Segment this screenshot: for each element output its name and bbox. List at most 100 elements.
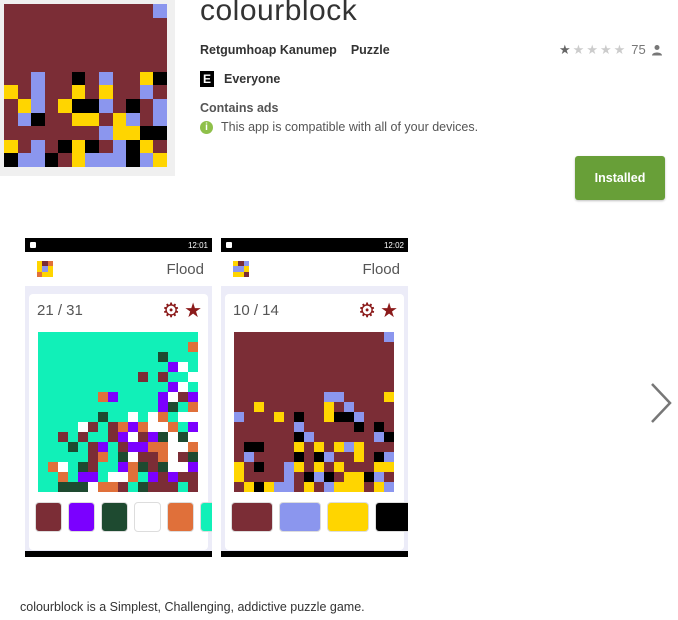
board-cell	[334, 482, 344, 492]
board-cell	[254, 332, 264, 342]
board-cell	[244, 422, 254, 432]
board-cell	[68, 352, 78, 362]
board-cell	[274, 482, 284, 492]
board-cell	[264, 432, 274, 442]
board-cell	[304, 372, 314, 382]
color-swatch-button[interactable]	[167, 502, 194, 532]
board-cell	[178, 422, 188, 432]
board-cell	[128, 432, 138, 442]
icon-cell	[85, 71, 100, 86]
board-cell	[88, 362, 98, 372]
board-cell	[264, 332, 274, 342]
chevron-right-icon[interactable]	[646, 378, 676, 428]
board-cell	[294, 392, 304, 402]
board-cell	[284, 332, 294, 342]
board-cell	[138, 452, 148, 462]
board-cell	[294, 372, 304, 382]
star-icon: ★	[559, 42, 571, 57]
screenshot-1[interactable]: 12:01 Flood 21 / 31 ⚙ ★	[25, 238, 212, 557]
board-cell	[354, 422, 364, 432]
color-swatch-button[interactable]	[375, 502, 408, 532]
board-cell	[138, 382, 148, 392]
icon-cell	[153, 112, 167, 127]
board-cell	[354, 462, 364, 472]
board-cell	[314, 382, 324, 392]
color-swatch-button[interactable]	[101, 502, 128, 532]
board-cell	[78, 452, 88, 462]
board-cell	[344, 472, 354, 482]
board-cell	[128, 402, 138, 412]
installed-button[interactable]: Installed	[575, 156, 665, 200]
board-cell	[108, 462, 118, 472]
board-cell	[118, 392, 128, 402]
icon-cell	[58, 153, 72, 167]
developer-link[interactable]: Retgumhoap Kanumep	[200, 43, 337, 57]
board-cell	[314, 372, 324, 382]
rating-count: 75	[631, 42, 646, 57]
board-cell	[304, 472, 314, 482]
color-swatch-button[interactable]	[327, 502, 369, 532]
board-cell	[168, 462, 178, 472]
board-cell	[138, 402, 148, 412]
color-swatch-button[interactable]	[200, 502, 212, 532]
board-cell	[88, 432, 98, 442]
board-cell	[294, 482, 304, 492]
board-cell	[168, 392, 178, 402]
board-cell	[294, 342, 304, 352]
board-cell	[384, 422, 394, 432]
board-cell	[168, 412, 178, 422]
contains-ads-label: Contains ads	[200, 101, 279, 115]
color-swatch-button[interactable]	[134, 502, 161, 532]
board-cell	[304, 442, 314, 452]
category-link[interactable]: Puzzle	[351, 43, 390, 57]
board-cell	[38, 422, 48, 432]
board-cell	[58, 452, 68, 462]
board-cell	[138, 372, 148, 382]
board-cell	[254, 412, 264, 422]
color-swatch-button[interactable]	[279, 502, 321, 532]
board-cell	[148, 462, 158, 472]
board-cell	[78, 472, 88, 482]
board-cell	[138, 472, 148, 482]
icon-cell	[112, 17, 127, 32]
icon-cell	[85, 4, 100, 18]
color-swatch-button[interactable]	[35, 502, 62, 532]
board-cell	[178, 332, 188, 342]
icon-cell	[153, 71, 167, 86]
board-cell	[88, 392, 98, 402]
screenshot-2[interactable]: 12:02 Flood 10 / 14 ⚙ ★	[221, 238, 408, 557]
board-cell	[58, 442, 68, 452]
board-cell	[294, 362, 304, 372]
board-cell	[98, 432, 108, 442]
board-cell	[98, 462, 108, 472]
board-cell	[138, 332, 148, 342]
board-cell	[294, 412, 304, 422]
board-cell	[244, 342, 254, 352]
icon-cell	[17, 4, 32, 18]
color-swatch-button[interactable]	[231, 502, 273, 532]
board-cell	[178, 442, 188, 452]
icon-cell	[153, 31, 167, 45]
board-cell	[364, 332, 374, 342]
board-cell	[244, 382, 254, 392]
board-cell	[354, 412, 364, 422]
compatibility-text: This app is compatible with all of your …	[221, 120, 479, 134]
icon-cell	[112, 99, 127, 113]
icon-cell	[58, 44, 72, 59]
board-cell	[374, 432, 384, 442]
board-cell	[178, 452, 188, 462]
board-cell	[68, 362, 78, 372]
icon-cell	[99, 17, 113, 32]
icon-cell	[58, 31, 72, 45]
icon-cell	[58, 99, 72, 113]
icon-cell	[4, 31, 18, 45]
board-cell	[38, 362, 48, 372]
icon-cell	[58, 126, 72, 140]
color-swatch-button[interactable]	[68, 502, 95, 532]
board-cell	[324, 462, 334, 472]
mini-logo-icon	[37, 261, 53, 277]
board-cell	[354, 362, 364, 372]
board-cell	[274, 462, 284, 472]
board-cell	[78, 462, 88, 472]
board-cell	[188, 352, 198, 362]
